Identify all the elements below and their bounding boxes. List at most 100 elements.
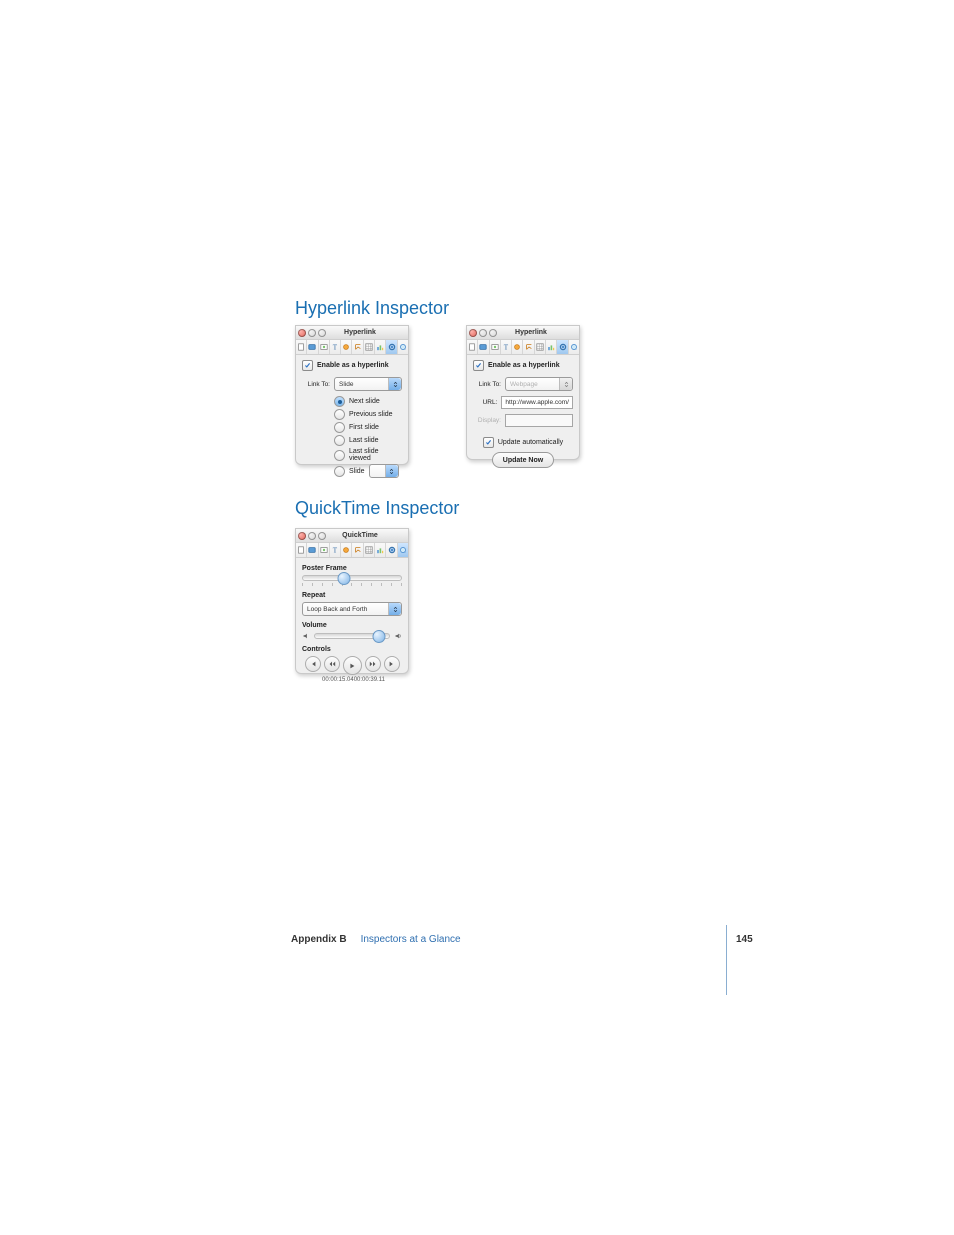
tab-graphic[interactable]	[341, 543, 352, 557]
tab-graphic[interactable]	[512, 340, 523, 354]
enable-as-hyperlink-row: Enable as a hyperlink	[302, 360, 402, 371]
tab-build[interactable]	[319, 543, 330, 557]
footer-divider	[726, 925, 727, 995]
tab-text[interactable]: T	[330, 543, 341, 557]
skip-back-button[interactable]	[305, 656, 321, 672]
window-title: QuickTime	[326, 532, 394, 539]
chevron-up-down-icon	[388, 378, 401, 390]
minimize-icon	[479, 329, 487, 337]
heading-quicktime-inspector: QuickTime Inspector	[295, 498, 459, 519]
display-field[interactable]	[505, 414, 573, 427]
tab-text[interactable]: T	[501, 340, 512, 354]
rewind-button[interactable]	[324, 656, 340, 672]
enable-as-hyperlink-checkbox[interactable]	[302, 360, 313, 371]
play-button[interactable]	[343, 656, 362, 675]
link-to-select[interactable]: Webpage	[505, 377, 573, 391]
inspector-tabstrip: T	[296, 543, 408, 558]
tab-text[interactable]: T	[330, 340, 341, 354]
link-to-value: Webpage	[506, 381, 538, 388]
slider-ticks	[302, 583, 402, 586]
repeat-select[interactable]: Loop Back and Forth	[302, 602, 402, 616]
tab-document[interactable]	[296, 340, 307, 354]
heading-hyperlink-inspector: Hyperlink Inspector	[295, 298, 449, 319]
tab-build[interactable]	[490, 340, 501, 354]
chevron-up-down-icon	[559, 378, 572, 390]
radio-label: Previous slide	[349, 411, 393, 418]
radio-first-slide[interactable]	[334, 422, 345, 433]
svg-text:T: T	[504, 343, 509, 351]
radio-last-slide-viewed[interactable]	[334, 450, 345, 461]
tab-quicktime[interactable]	[398, 543, 408, 557]
enable-as-hyperlink-checkbox[interactable]	[473, 360, 484, 371]
update-automatically-checkbox[interactable]	[483, 437, 494, 448]
hyperlink-inspector-slide-panel: Hyperlink T Enable as a hyperlink Link T…	[295, 325, 409, 465]
volume-label: Volume	[302, 622, 402, 629]
repeat-label: Repeat	[302, 592, 402, 599]
tab-table[interactable]	[535, 340, 546, 354]
window-title: Hyperlink	[326, 329, 394, 336]
page-footer: Appendix B Inspectors at a Glance	[291, 934, 754, 945]
tab-metrics[interactable]	[352, 543, 363, 557]
volume-slider[interactable]	[314, 633, 390, 639]
hyperlink-inspector-webpage-panel: Hyperlink T Enable as a hyperlink Link T…	[466, 325, 580, 460]
poster-frame-slider[interactable]	[302, 575, 402, 581]
inspector-tabstrip: T	[296, 340, 408, 355]
titlebar: Hyperlink	[296, 326, 408, 340]
page-number: 145	[736, 934, 753, 945]
tab-hyperlink[interactable]	[386, 340, 397, 354]
url-field[interactable]: http://www.apple.com/	[501, 396, 573, 409]
radio-slide-number[interactable]	[334, 466, 345, 477]
tab-document[interactable]	[467, 340, 478, 354]
close-icon[interactable]	[469, 329, 477, 337]
tab-document[interactable]	[296, 543, 307, 557]
tab-slide[interactable]	[478, 340, 489, 354]
speaker-low-icon	[302, 632, 310, 640]
close-icon[interactable]	[298, 532, 306, 540]
tab-chart[interactable]	[546, 340, 557, 354]
tab-quicktime[interactable]	[569, 340, 579, 354]
update-automatically-label: Update automatically	[498, 439, 563, 446]
slide-number-select[interactable]	[369, 464, 399, 478]
radio-next-slide[interactable]	[334, 396, 345, 407]
svg-text:T: T	[333, 343, 338, 351]
tab-chart[interactable]	[375, 340, 386, 354]
tab-slide[interactable]	[307, 543, 318, 557]
tab-table[interactable]	[364, 340, 375, 354]
update-now-button[interactable]: Update Now	[492, 452, 554, 468]
titlebar: QuickTime	[296, 529, 408, 543]
radio-last-slide[interactable]	[334, 435, 345, 446]
tab-quicktime[interactable]	[398, 340, 408, 354]
tab-metrics[interactable]	[352, 340, 363, 354]
speaker-high-icon	[394, 632, 402, 640]
radio-label: Slide	[349, 468, 365, 475]
tab-slide[interactable]	[307, 340, 318, 354]
tab-chart[interactable]	[375, 543, 386, 557]
controls-label: Controls	[302, 646, 402, 653]
zoom-icon	[489, 329, 497, 337]
titlebar: Hyperlink	[467, 326, 579, 340]
link-to-select[interactable]: Slide	[334, 377, 402, 391]
skip-forward-button[interactable]	[384, 656, 400, 672]
inspector-tabstrip: T	[467, 340, 579, 355]
zoom-icon	[318, 329, 326, 337]
minimize-icon	[308, 532, 316, 540]
tab-hyperlink[interactable]	[386, 543, 397, 557]
repeat-value: Loop Back and Forth	[303, 606, 367, 613]
tab-metrics[interactable]	[523, 340, 534, 354]
tab-build[interactable]	[319, 340, 330, 354]
appendix-label: Appendix B	[291, 934, 347, 945]
enable-as-hyperlink-label: Enable as a hyperlink	[317, 362, 389, 369]
fast-forward-button[interactable]	[365, 656, 381, 672]
radio-previous-slide[interactable]	[334, 409, 345, 420]
svg-text:T: T	[333, 546, 338, 554]
close-icon[interactable]	[298, 329, 306, 337]
time-elapsed: 00:00:15.04	[322, 677, 354, 683]
chevron-up-down-icon	[385, 465, 398, 477]
tab-graphic[interactable]	[341, 340, 352, 354]
tab-table[interactable]	[364, 543, 375, 557]
radio-label: Next slide	[349, 398, 380, 405]
minimize-icon	[308, 329, 316, 337]
poster-frame-label: Poster Frame	[302, 565, 402, 572]
zoom-icon	[318, 532, 326, 540]
tab-hyperlink[interactable]	[557, 340, 568, 354]
